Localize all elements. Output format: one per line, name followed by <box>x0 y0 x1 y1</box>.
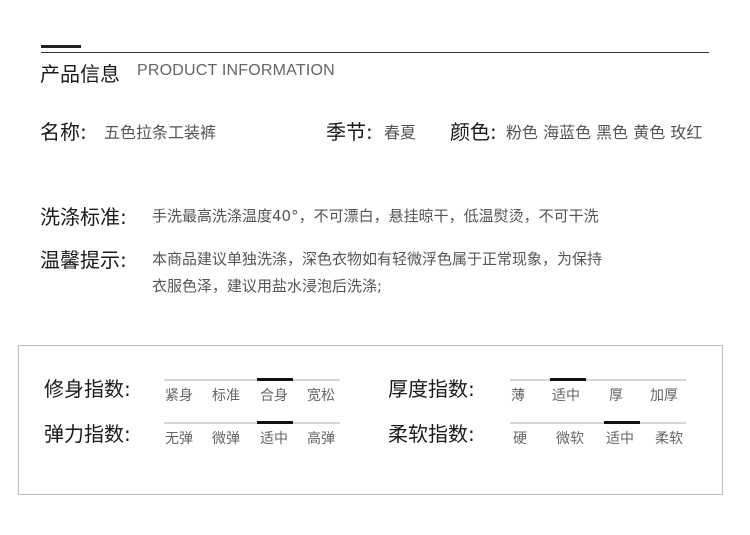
header-divider <box>41 52 709 53</box>
softness-index-selected-marker <box>604 421 640 424</box>
color-label: 颜色: <box>450 120 497 144</box>
softness-option-1: 硬 <box>513 431 527 447</box>
fit-index-selected-marker <box>257 378 293 381</box>
elastic-option-4: 高弹 <box>307 431 335 447</box>
fit-index-label: 修身指数: <box>44 377 131 401</box>
elastic-option-2: 微弹 <box>212 431 240 447</box>
elastic-index-label: 弹力指数: <box>44 422 131 446</box>
wash-label: 洗涤标准: <box>40 205 127 229</box>
fit-option-4: 宽松 <box>307 388 335 404</box>
thickness-index-track <box>510 379 686 381</box>
tips-label: 温馨提示: <box>40 248 127 272</box>
fit-option-3: 合身 <box>260 388 288 404</box>
header-accent-bar <box>41 45 81 48</box>
fit-option-1: 紧身 <box>165 388 193 404</box>
thickness-option-3: 厚 <box>609 388 623 404</box>
thickness-index-selected-marker <box>550 378 586 381</box>
fit-index-track <box>164 379 340 381</box>
fit-option-2: 标准 <box>212 388 240 404</box>
elastic-index-track <box>164 422 340 424</box>
softness-index-track <box>510 422 686 424</box>
name-value: 五色拉条工装裤 <box>104 123 217 142</box>
elastic-index-selected-marker <box>257 421 293 424</box>
name-label: 名称: <box>40 120 87 144</box>
softness-option-2: 微软 <box>556 431 584 447</box>
thickness-option-1: 薄 <box>511 388 525 404</box>
thickness-index-label: 厚度指数: <box>388 377 475 401</box>
elastic-option-3: 适中 <box>260 431 288 447</box>
elastic-option-1: 无弹 <box>165 431 193 447</box>
season-value: 春夏 <box>384 123 417 142</box>
thickness-option-4: 加厚 <box>650 388 678 404</box>
page-title: 产品信息 <box>40 62 120 86</box>
page-subtitle: PRODUCT INFORMATION <box>137 62 335 79</box>
softness-index-label: 柔软指数: <box>388 422 475 446</box>
softness-option-4: 柔软 <box>655 431 683 447</box>
tips-line-1: 本商品建议单独洗涤，深色衣物如有轻微浮色属于正常现象，为保持 <box>152 250 603 268</box>
season-label: 季节: <box>326 120 373 144</box>
tips-line-2: 衣服色泽，建议用盐水浸泡后洗涤; <box>152 277 383 295</box>
wash-value: 手洗最高洗涤温度40°，不可漂白，悬挂晾干，低温熨烫，不可干洗 <box>152 207 599 225</box>
color-value: 粉色 海蓝色 黑色 黄色 玫红 <box>506 123 703 142</box>
softness-option-3: 适中 <box>606 431 634 447</box>
thickness-option-2: 适中 <box>552 388 580 404</box>
